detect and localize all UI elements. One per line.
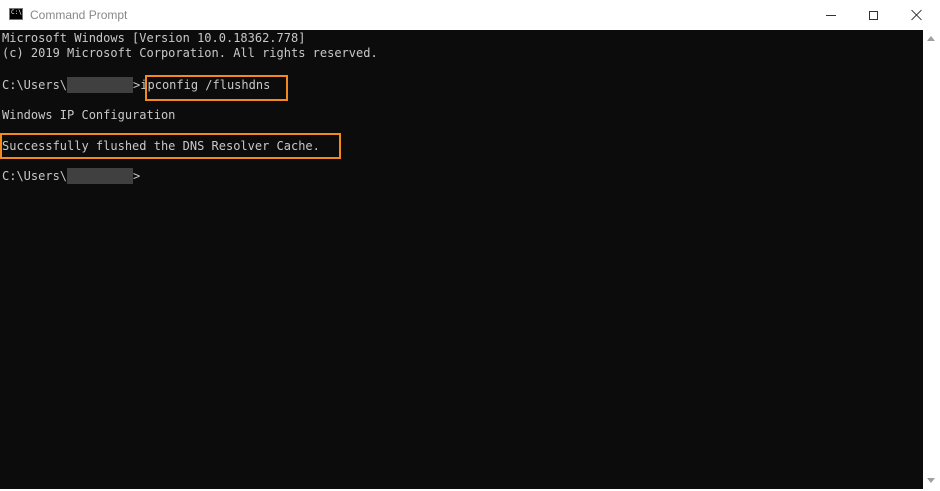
console-line-version: Microsoft Windows [Version 10.0.18362.77…: [2, 31, 306, 45]
console-output[interactable]: Microsoft Windows [Version 10.0.18362.77…: [0, 30, 923, 489]
maximize-button[interactable]: [850, 0, 896, 30]
close-button[interactable]: [894, 0, 940, 30]
success-highlight-box: [0, 133, 341, 159]
prompt-prefix-2: C:\Users\: [2, 169, 68, 183]
minimize-icon: [826, 14, 836, 16]
console-prompt-line-2: C:\Users\ >: [2, 168, 140, 184]
redacted-username: [67, 77, 134, 93]
scroll-down-arrow-icon[interactable]: [927, 478, 935, 483]
scroll-up-arrow-icon[interactable]: [927, 36, 935, 41]
console-line-ip-config: Windows IP Configuration: [2, 108, 176, 122]
title-bar[interactable]: C:\. Command Prompt: [0, 0, 940, 30]
command-prompt-window: C:\. Command Prompt Microsoft Windows [V…: [0, 0, 940, 491]
prompt-suffix-2: >: [133, 169, 141, 183]
command-highlight-box: [145, 75, 288, 101]
app-icon-label: C:\.: [11, 9, 26, 16]
cmd-app-icon: C:\.: [9, 8, 26, 20]
minimize-button[interactable]: [808, 0, 854, 30]
close-icon: [911, 9, 923, 21]
maximize-icon: [868, 10, 878, 20]
vertical-scrollbar[interactable]: [923, 30, 940, 489]
window-title: Command Prompt: [30, 8, 128, 22]
prompt-prefix: C:\Users\: [2, 78, 68, 92]
console-line-copyright: (c) 2019 Microsoft Corporation. All righ…: [2, 46, 378, 60]
redacted-username-2: [67, 168, 134, 184]
